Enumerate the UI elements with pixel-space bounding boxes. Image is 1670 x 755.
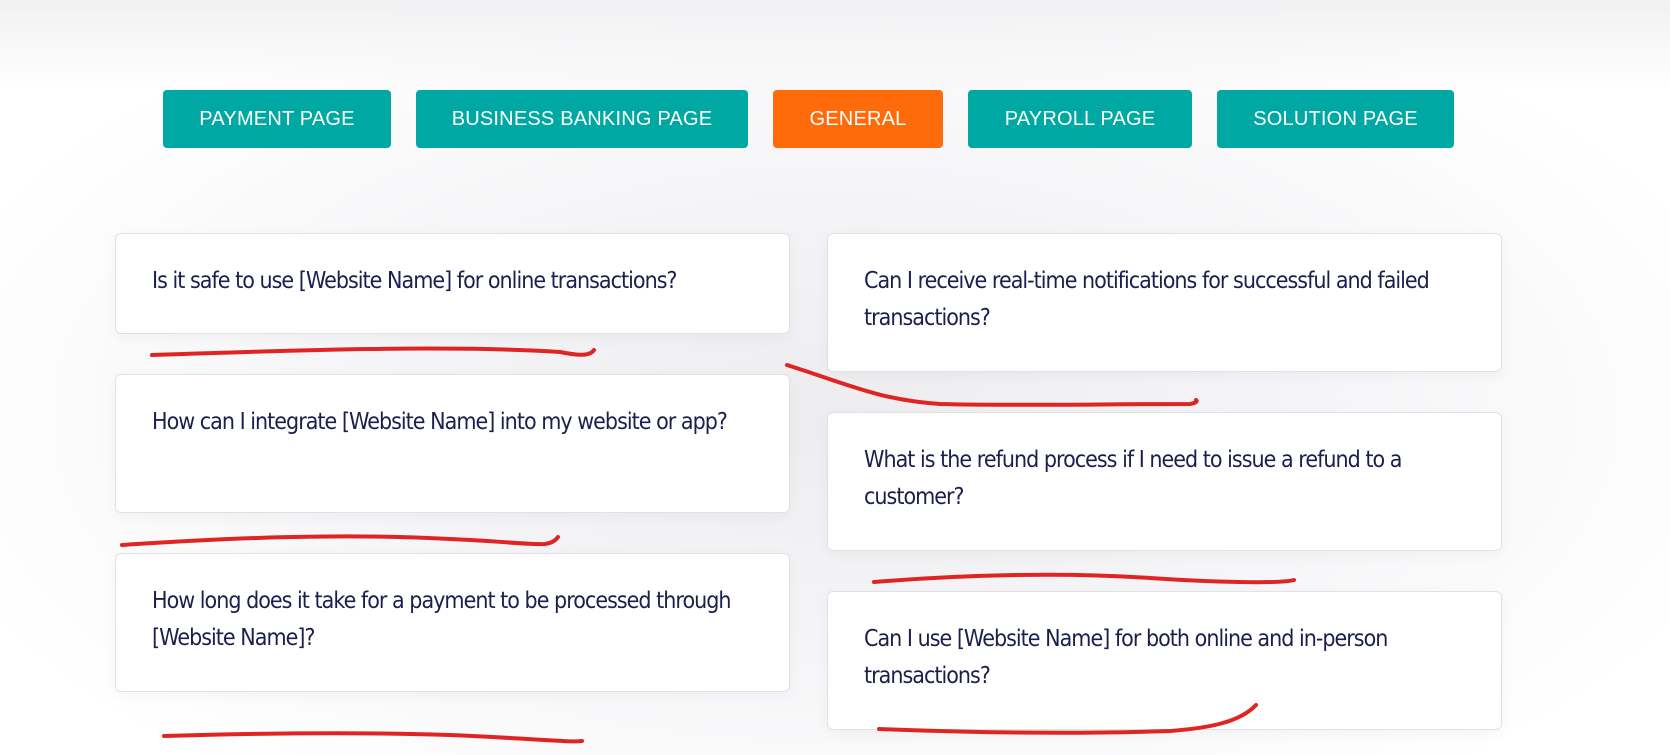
faq-item[interactable]: Is it safe to use [Website Name] for onl…: [115, 233, 790, 334]
tab-payment-page[interactable]: PAYMENT PAGE: [163, 90, 391, 148]
faq-question: Can I use [Website Name] for both online…: [864, 626, 1388, 689]
tab-general[interactable]: GENERAL: [773, 90, 943, 148]
underline-mark: [120, 534, 560, 547]
header-fade: [0, 0, 1670, 90]
tab-business-banking-page[interactable]: BUSINESS BANKING PAGE: [416, 90, 748, 148]
faq-question: How long does it take for a payment to b…: [152, 588, 732, 651]
faq-question: What is the refund process if I need to …: [864, 447, 1402, 510]
faq-item[interactable]: How can I integrate [Website Name] into …: [115, 374, 790, 513]
faq-item[interactable]: Can I use [Website Name] for both online…: [827, 591, 1502, 730]
underline-mark: [150, 346, 596, 357]
faq-item[interactable]: How long does it take for a payment to b…: [115, 553, 790, 692]
faq-category-tabs: PAYMENT PAGE BUSINESS BANKING PAGE GENER…: [0, 90, 1670, 148]
section-heading-cropped: [385, 0, 945, 8]
underline-mark: [162, 731, 584, 744]
tab-payroll-page[interactable]: PAYROLL PAGE: [968, 90, 1192, 148]
faq-question: Is it safe to use [Website Name] for onl…: [152, 268, 678, 294]
faq-item[interactable]: Can I receive real-time notifications fo…: [827, 233, 1502, 372]
faq-question: How can I integrate [Website Name] into …: [152, 409, 728, 435]
tab-solution-page[interactable]: SOLUTION PAGE: [1217, 90, 1454, 148]
faq-item[interactable]: What is the refund process if I need to …: [827, 412, 1502, 551]
underline-mark: [872, 572, 1296, 585]
faq-question: Can I receive real-time notifications fo…: [864, 268, 1430, 331]
